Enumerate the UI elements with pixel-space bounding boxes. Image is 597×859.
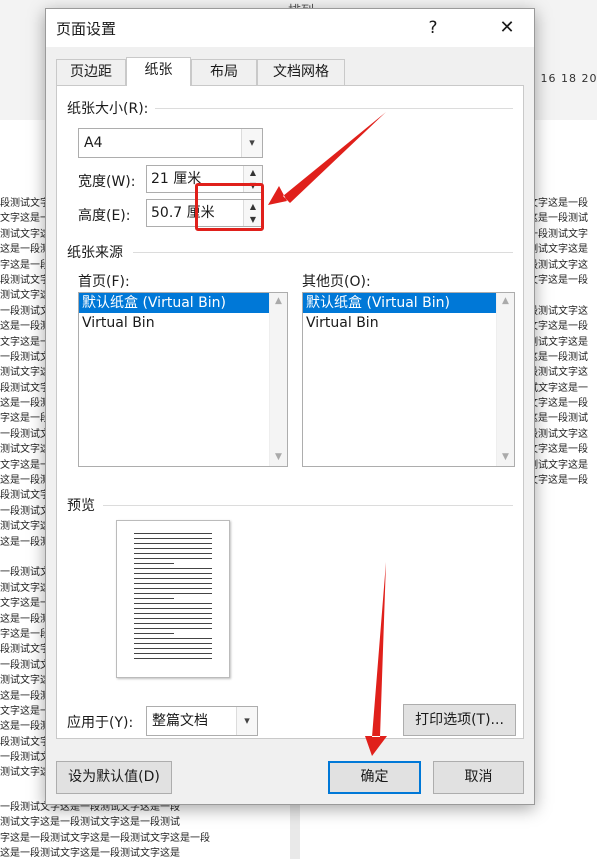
preview-text-line: [134, 538, 212, 539]
scroll-down-icon[interactable]: ▼: [497, 449, 514, 466]
width-value: 21 厘米: [151, 171, 202, 187]
preview-text-line: [134, 573, 212, 574]
paper-source-label: 纸张来源: [67, 245, 123, 261]
scroll-up-icon[interactable]: ▲: [497, 293, 514, 310]
preview-label: 预览: [67, 498, 95, 514]
preview-text-line: [134, 598, 174, 599]
other-pages-listbox[interactable]: 默认纸盒 (Virtual Bin) Virtual Bin ▲ ▼: [302, 292, 515, 467]
preview-text-line: [134, 628, 212, 629]
close-icon[interactable]: ✕: [490, 13, 524, 43]
page-setup-dialog: 页面设置 ? ✕ 页边距 纸张 布局 文档网格 纸张大小(R): A4 ▾ 宽度…: [45, 8, 535, 805]
vertical-scrollbar[interactable]: ▲ ▼: [496, 293, 514, 466]
preview-text-line: [134, 648, 212, 649]
document-text-line: 字这是一段测试文字这是一段测试文字这是一段: [0, 832, 210, 844]
preview-text-line: [134, 603, 212, 604]
cancel-button[interactable]: 取消: [433, 761, 524, 794]
apply-to-value: 整篇文档: [152, 713, 208, 729]
triangle-up-icon[interactable]: ▲: [243, 166, 262, 180]
tray-option[interactable]: 默认纸盒 (Virtual Bin): [79, 293, 269, 313]
paper-size-select[interactable]: A4 ▾: [78, 128, 263, 158]
tab-paper[interactable]: 纸张: [126, 57, 191, 86]
chevron-down-icon[interactable]: ▾: [236, 707, 257, 735]
ok-button[interactable]: 确定: [328, 761, 421, 794]
tray-option[interactable]: Virtual Bin: [79, 313, 269, 333]
preview-text-line: [134, 608, 212, 609]
preview-text-line: [134, 613, 212, 614]
document-page-bottom-right: [300, 800, 597, 859]
print-options-button[interactable]: 打印选项(T)...: [403, 704, 516, 736]
tray-option[interactable]: Virtual Bin: [303, 313, 496, 333]
preview-text-line: [134, 653, 212, 654]
tab-margins[interactable]: 页边距: [56, 59, 126, 85]
scroll-down-icon[interactable]: ▼: [270, 449, 287, 466]
apply-to-label: 应用于(Y):: [67, 715, 134, 731]
help-icon[interactable]: ?: [418, 13, 448, 43]
page-preview-thumbnail: [116, 520, 230, 678]
preview-text-line: [134, 638, 212, 639]
width-label: 宽度(W):: [78, 174, 136, 190]
document-text-line: 测试文字这是一段测试文字这是一段测试: [0, 817, 180, 829]
preview-text-line: [134, 568, 212, 569]
preview-text-line: [134, 658, 212, 659]
paper-size-label: 纸张大小(R):: [67, 101, 149, 117]
document-text-bottom: 一段测试文字这是一段测试文字这是一段 测试文字这是一段测试文字这是一段测试 字这是一…: [0, 800, 210, 859]
chevron-down-icon[interactable]: ▾: [241, 129, 262, 157]
height-label: 高度(E):: [78, 208, 131, 224]
preview-text-line: [134, 633, 174, 634]
apply-to-select[interactable]: 整篇文档 ▾: [146, 706, 258, 736]
document-text-line: 这是一段测试文字这是一段测试文字这是: [0, 848, 180, 859]
tray-option[interactable]: 默认纸盒 (Virtual Bin): [303, 293, 496, 313]
preview-text-line: [134, 588, 212, 589]
annotation-highlight-box: [195, 183, 264, 231]
paper-size-value: A4: [84, 135, 103, 151]
scroll-up-icon[interactable]: ▲: [270, 293, 287, 310]
first-page-label: 首页(F):: [78, 274, 130, 290]
ruler-numbers: 4 16 18 20: [528, 72, 597, 85]
preview-text-line: [134, 578, 212, 579]
dialog-title: 页面设置: [56, 20, 117, 38]
preview-text-line: [134, 593, 212, 594]
preview-text-line: [134, 558, 212, 559]
divider: [133, 252, 513, 253]
tab-layout[interactable]: 布局: [191, 59, 257, 85]
preview-text-line: [134, 563, 174, 564]
preview-text-line: [134, 543, 212, 544]
other-pages-label: 其他页(O):: [302, 274, 371, 290]
preview-text-line: [134, 553, 212, 554]
preview-text-line: [134, 618, 212, 619]
preview-text-line: [134, 623, 212, 624]
preview-text-line: [134, 548, 212, 549]
set-default-button[interactable]: 设为默认值(D): [56, 761, 172, 794]
divider: [155, 108, 513, 109]
vertical-scrollbar[interactable]: ▲ ▼: [269, 293, 287, 466]
preview-text-line: [134, 643, 212, 644]
first-page-listbox[interactable]: 默认纸盒 (Virtual Bin) Virtual Bin ▲ ▼: [78, 292, 288, 467]
divider: [103, 505, 513, 506]
tab-document-grid[interactable]: 文档网格: [257, 59, 345, 85]
dialog-titlebar[interactable]: 页面设置 ? ✕: [46, 9, 534, 47]
preview-text-line: [134, 583, 212, 584]
preview-text-line: [134, 533, 212, 534]
